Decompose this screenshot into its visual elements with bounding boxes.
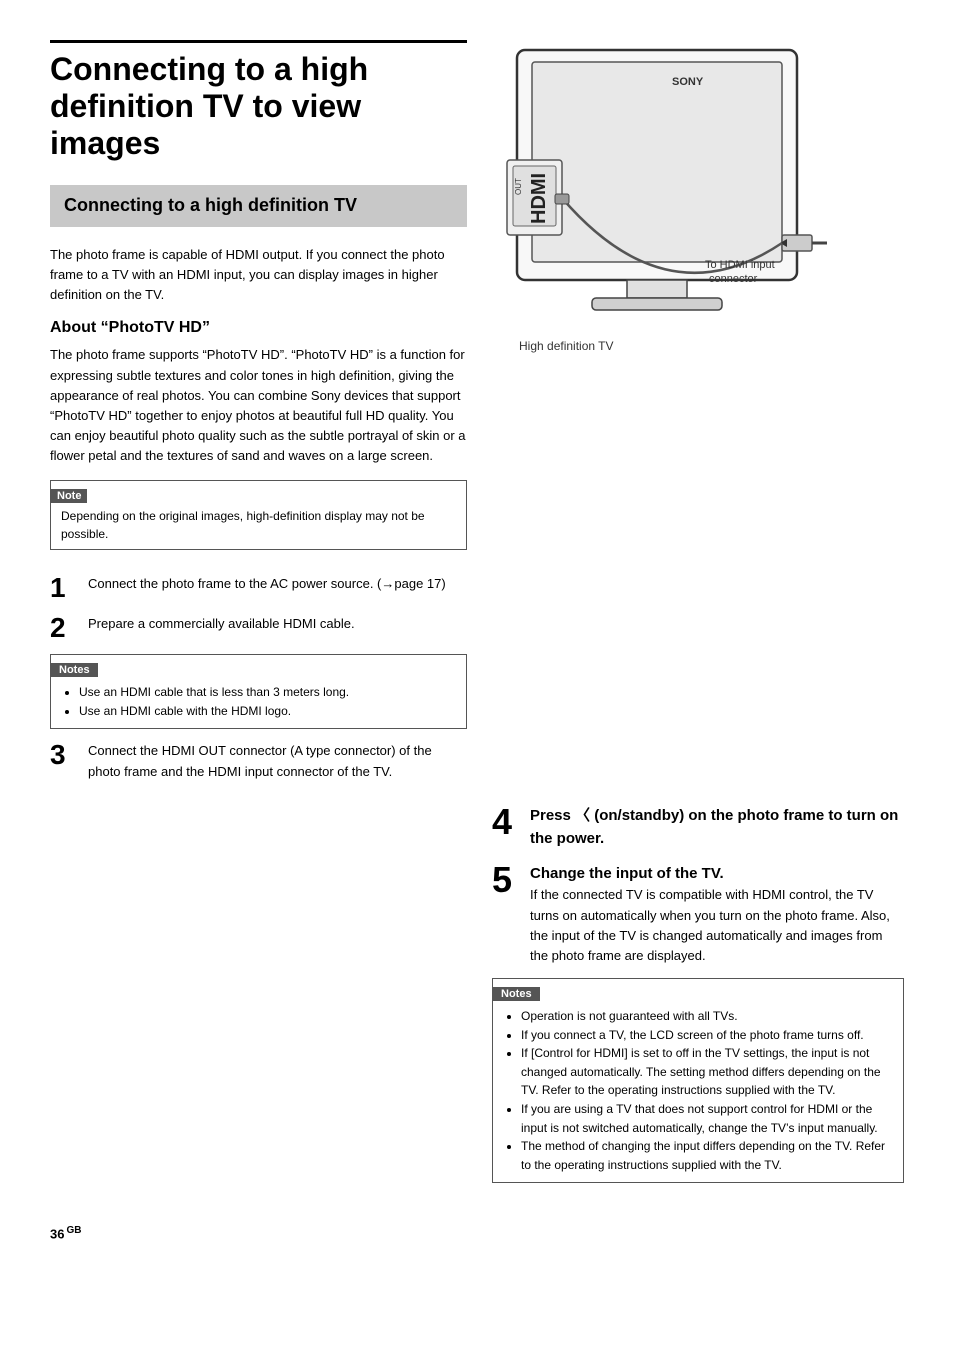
phototv-text: The photo frame supports “PhotoTV HD”. “… [50,345,467,466]
step-3: 3 Connect the HDMI OUT connector (A type… [50,741,467,781]
svg-text:HDMI: HDMI [528,173,550,224]
steps-bottom-spacer [50,804,462,1196]
steps-bottom: 4 Press 〈 (on/standby) on the photo fram… [50,804,904,1196]
step-3-content: Connect the HDMI OUT connector (A type c… [88,741,467,781]
step-2: 2 Prepare a commercially available HDMI … [50,614,467,642]
notes-right-box: Notes Operation is not guaranteed with a… [492,978,904,1183]
step-2-content: Prepare a commercially available HDMI ca… [88,614,467,634]
step-2-number: 2 [50,614,78,642]
notes-left-list: Use an HDMI cable that is less than 3 me… [61,683,456,720]
main-title: Connecting to a high definition TV to vi… [50,40,467,161]
step-4-number: 4 [492,804,520,840]
step-5-detail: If the connected TV is compatible with H… [530,887,890,962]
step-1: 1 Connect the photo frame to the AC powe… [50,574,467,602]
phototv-heading: About “PhotoTV HD” [50,319,467,337]
step-3-number: 3 [50,741,78,769]
note-left-2: Use an HDMI cable with the HDMI logo. [79,702,456,721]
note-label: Note [51,489,87,503]
svg-text:High definition TV: High definition TV [519,339,614,353]
note-right-5: The method of changing the input differs… [521,1137,893,1174]
step-5: 5 Change the input of the TV. If the con… [492,862,904,966]
note-right-2: If you connect a TV, the LCD screen of t… [521,1026,893,1045]
note-box: Note Depending on the original images, h… [50,480,467,550]
note-right-4: If you are using a TV that does not supp… [521,1100,893,1137]
note-content: Depending on the original images, high-d… [61,507,456,543]
notes-right-label: Notes [493,987,540,1001]
footer: 36GB [50,1225,904,1241]
steps-right-col: 4 Press 〈 (on/standby) on the photo fram… [492,804,904,1196]
intro-text: The photo frame is capable of HDMI outpu… [50,245,467,305]
page-container: Connecting to a high definition TV to vi… [50,40,904,1242]
notes-left-box: Notes Use an HDMI cable that is less tha… [50,654,467,729]
subtitle-box: Connecting to a high definition TV [50,185,467,227]
notes-right-list: Operation is not guaranteed with all TVs… [503,1007,893,1174]
step-4: 4 Press 〈 (on/standby) on the photo fram… [492,804,904,851]
step-5-number: 5 [492,862,520,898]
left-column: Connecting to a high definition TV to vi… [50,40,467,794]
steps-left: 1 Connect the photo frame to the AC powe… [50,574,467,642]
step-5-content: Change the input of the TV. If the conne… [530,862,904,966]
step-4-bold: Press 〈 (on/standby) on the photo frame … [530,807,898,847]
step-1-content: Connect the photo frame to the AC power … [88,574,467,594]
step-1-number: 1 [50,574,78,602]
svg-text:connector: connector [709,273,758,285]
page-number: 36GB [50,1225,81,1241]
notes-left-label: Notes [51,663,98,677]
svg-text:To HDMI input: To HDMI input [705,259,775,271]
note-left-1: Use an HDMI cable that is less than 3 me… [79,683,456,702]
top-section: Connecting to a high definition TV to vi… [50,40,904,794]
note-right-3: If [Control for HDMI] is set to off in t… [521,1044,893,1100]
svg-text:OUT: OUT [514,178,523,195]
step-4-content: Press 〈 (on/standby) on the photo frame … [530,804,904,851]
tv-diagram: SONY OUT HDMI [487,40,827,360]
subtitle: Connecting to a high definition TV [64,195,453,217]
step-5-bold: Change the input of the TV. [530,865,724,882]
note-right-1: Operation is not guaranteed with all TVs… [521,1007,893,1026]
svg-text:SONY: SONY [672,76,704,88]
right-column: SONY OUT HDMI [487,40,904,794]
